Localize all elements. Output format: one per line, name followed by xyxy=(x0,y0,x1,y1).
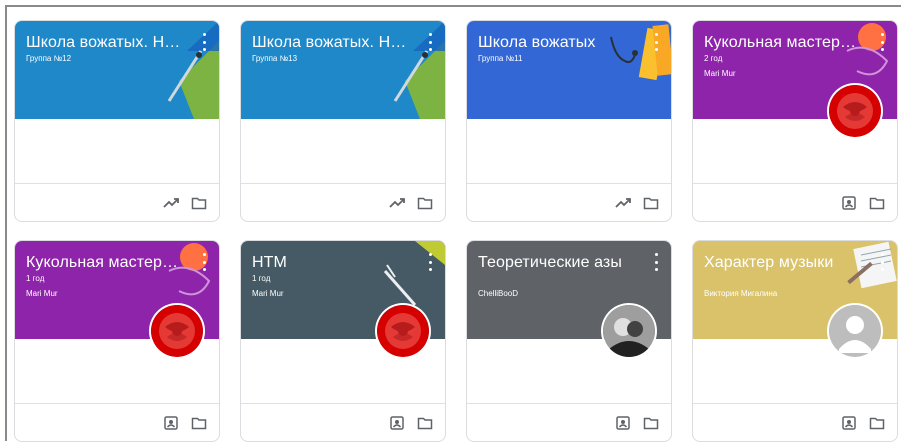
more-options-icon[interactable] xyxy=(878,253,886,271)
class-owner[interactable]: Виктория Мигалина xyxy=(704,289,777,298)
class-title[interactable]: Теоретические азы xyxy=(478,254,638,272)
more-options-icon[interactable] xyxy=(200,33,208,51)
class-card-footer xyxy=(15,183,219,221)
class-card[interactable]: Школа вожатых Группа №11 xyxy=(466,20,672,222)
folder-icon[interactable] xyxy=(643,195,659,211)
class-card-footer xyxy=(241,403,445,441)
teacher-avatar xyxy=(151,305,203,357)
assignment-icon[interactable] xyxy=(841,415,857,431)
more-options-icon[interactable] xyxy=(652,253,660,271)
more-options-icon[interactable] xyxy=(426,33,434,51)
assignment-icon[interactable] xyxy=(615,415,631,431)
more-options-icon[interactable] xyxy=(878,33,886,51)
class-section: Группа №12 xyxy=(26,54,72,63)
class-section: Группа №11 xyxy=(478,54,523,63)
class-card-footer xyxy=(693,183,897,221)
class-card-body xyxy=(15,119,219,185)
class-card[interactable]: Кукольная мастерск... 1 год Mari Mur xyxy=(14,240,220,442)
class-card[interactable]: Школа вожатых. Нов... Группа №12 xyxy=(14,20,220,222)
assignment-icon[interactable] xyxy=(389,415,405,431)
class-card[interactable]: Теоретические азы ChelliBooD xyxy=(466,240,672,442)
class-title[interactable]: Школа вожатых. Нов... xyxy=(252,34,412,52)
trend-icon[interactable] xyxy=(389,195,405,211)
folder-icon[interactable] xyxy=(417,415,433,431)
more-options-icon[interactable] xyxy=(652,33,660,51)
class-card[interactable]: Характер музыки Виктория Мигалина xyxy=(692,240,898,442)
folder-icon[interactable] xyxy=(869,195,885,211)
class-card-footer xyxy=(467,403,671,441)
teacher-avatar xyxy=(829,85,881,137)
class-title[interactable]: Кукольная мастерск... xyxy=(26,254,186,272)
class-section: Группа №13 xyxy=(252,54,298,63)
class-card-body xyxy=(467,119,671,185)
class-section: 1 год xyxy=(252,274,271,283)
class-banner[interactable]: Школа вожатых. Нов... Группа №12 xyxy=(15,21,219,119)
class-title[interactable]: Характер музыки xyxy=(704,254,864,272)
folder-icon[interactable] xyxy=(643,415,659,431)
teacher-avatar xyxy=(829,305,881,357)
class-card[interactable]: Кукольная мастерск... 2 год Mari Mur xyxy=(692,20,898,222)
class-card-footer xyxy=(467,183,671,221)
class-banner[interactable]: Школа вожатых. Нов... Группа №13 xyxy=(241,21,445,119)
folder-icon[interactable] xyxy=(191,415,207,431)
assignment-icon[interactable] xyxy=(841,195,857,211)
folder-icon[interactable] xyxy=(869,415,885,431)
class-card-footer xyxy=(693,403,897,441)
assignment-icon[interactable] xyxy=(163,415,179,431)
class-title[interactable]: Школа вожатых. Нов... xyxy=(26,34,186,52)
class-owner[interactable]: Mari Mur xyxy=(26,289,58,298)
class-title[interactable]: Кукольная мастерск... xyxy=(704,34,864,52)
trend-icon[interactable] xyxy=(615,195,631,211)
class-section: 2 год xyxy=(704,54,723,63)
class-owner[interactable]: ChelliBooD xyxy=(478,289,518,298)
class-section: 1 год xyxy=(26,274,45,283)
folder-icon[interactable] xyxy=(191,195,207,211)
folder-icon[interactable] xyxy=(417,195,433,211)
class-title[interactable]: НТМ xyxy=(252,254,412,272)
class-owner[interactable]: Mari Mur xyxy=(704,69,736,78)
class-owner[interactable]: Mari Mur xyxy=(252,289,284,298)
class-card-footer xyxy=(241,183,445,221)
class-card-body xyxy=(241,119,445,185)
teacher-avatar xyxy=(603,305,655,357)
class-card[interactable]: НТМ 1 год Mari Mur xyxy=(240,240,446,442)
class-card-footer xyxy=(15,403,219,441)
class-title[interactable]: Школа вожатых xyxy=(478,34,638,52)
trend-icon[interactable] xyxy=(163,195,179,211)
class-card[interactable]: Школа вожатых. Нов... Группа №13 xyxy=(240,20,446,222)
class-banner[interactable]: Школа вожатых Группа №11 xyxy=(467,21,671,119)
more-options-icon[interactable] xyxy=(200,253,208,271)
more-options-icon[interactable] xyxy=(426,253,434,271)
teacher-avatar xyxy=(377,305,429,357)
